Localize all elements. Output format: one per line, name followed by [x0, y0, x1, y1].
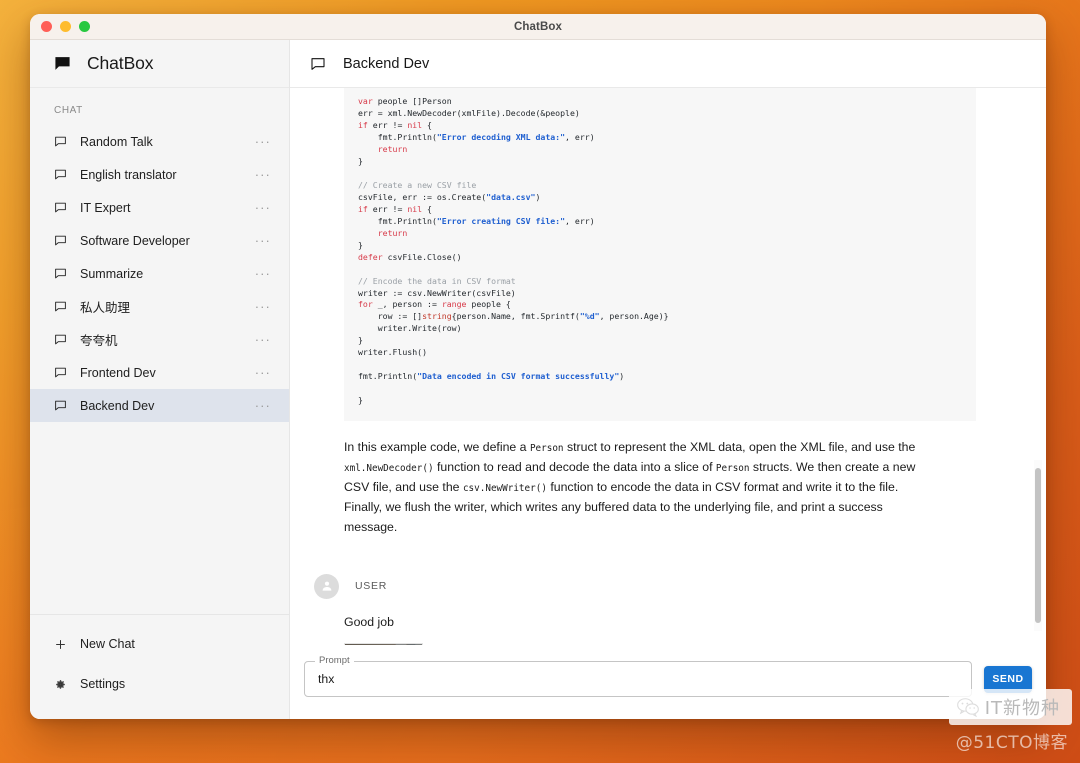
inline-code: Person	[716, 463, 750, 474]
sidebar-item-label: Backend Dev	[80, 399, 242, 413]
message-scroll-area[interactable]: var people []Person err = xml.NewDecoder…	[290, 88, 1046, 645]
sidebar-item-夸夸机[interactable]: 夸夸机 ···	[30, 323, 289, 356]
chat-item-more-icon[interactable]: ···	[255, 270, 271, 278]
sidebar-item-label: Frontend Dev	[80, 366, 242, 380]
chat-item-more-icon[interactable]: ···	[255, 303, 271, 311]
plus-icon	[54, 638, 67, 651]
sidebar-item-english-translator[interactable]: English translator ···	[30, 158, 289, 191]
sidebar-footer: New Chat Settings	[30, 614, 289, 719]
gear-icon	[54, 678, 67, 691]
sidebar-item-software-developer[interactable]: Software Developer ···	[30, 224, 289, 257]
sidebar-item-frontend-dev[interactable]: Frontend Dev ···	[30, 356, 289, 389]
window-title: ChatBox	[30, 21, 1046, 33]
app-name: ChatBox	[87, 53, 153, 74]
user-message: USER Good job	[344, 538, 976, 645]
settings-button[interactable]: Settings	[30, 669, 289, 699]
sidebar-header: ChatBox	[30, 40, 289, 88]
sidebar-item-label: Summarize	[80, 267, 242, 281]
chat-item-more-icon[interactable]: ···	[255, 369, 271, 377]
person-icon	[320, 579, 334, 593]
wechat-watermark: IT新物种	[949, 689, 1072, 725]
sidebar-item-label: Random Talk	[80, 135, 242, 149]
prompt-input[interactable]: thx	[318, 672, 334, 686]
sidebar-item-label: 私人助理	[80, 297, 242, 316]
sidebar-item-label: IT Expert	[80, 201, 242, 215]
chat-bubble-icon	[54, 201, 67, 214]
chat-list: Random Talk···English translator···IT Ex…	[30, 125, 289, 614]
chat-item-more-icon[interactable]: ···	[255, 204, 271, 212]
window-titlebar: ChatBox	[30, 14, 1046, 40]
chatbox-window: ChatBox ChatBox CHAT Random Talk···Engli…	[30, 14, 1046, 719]
sidebar-item-label: 夸夸机	[80, 330, 242, 349]
chat-bubble-icon	[54, 399, 67, 412]
chat-item-more-icon[interactable]: ···	[255, 336, 271, 344]
user-attached-image[interactable]	[344, 643, 423, 645]
inline-code: Person	[530, 443, 564, 454]
sidebar-item-label: English translator	[80, 168, 242, 182]
new-chat-button[interactable]: New Chat	[30, 629, 289, 659]
wechat-icon	[957, 697, 979, 717]
user-message-header: USER	[314, 574, 976, 599]
chat-bubble-icon	[54, 333, 67, 346]
chat-item-more-icon[interactable]: ···	[255, 402, 271, 410]
chat-bubble-icon	[54, 366, 67, 379]
user-role-label: USER	[355, 580, 387, 592]
prompt-bar: Prompt thx SEND	[290, 645, 1046, 719]
sidebar-item-it-expert[interactable]: IT Expert ···	[30, 191, 289, 224]
sidebar-section-label: CHAT	[30, 88, 289, 125]
user-message-text: Good job	[344, 599, 976, 629]
chat-item-more-icon[interactable]: ···	[255, 237, 271, 245]
inline-code: xml.NewDecoder()	[344, 463, 434, 474]
inline-code: csv.NewWriter()	[463, 483, 547, 494]
avatar	[314, 574, 339, 599]
chat-bubble-icon	[310, 56, 326, 72]
cto-watermark: @51CTO博客	[956, 728, 1068, 753]
chat-bubble-icon	[54, 300, 67, 313]
sidebar-item-random-talk[interactable]: Random Talk ···	[30, 125, 289, 158]
sidebar-item-summarize[interactable]: Summarize ···	[30, 257, 289, 290]
message-scrollbar-thumb[interactable]	[1035, 468, 1041, 623]
main-panel: Backend Dev var people []Person err = xm…	[290, 40, 1046, 719]
prompt-label: Prompt	[315, 655, 354, 666]
new-chat-label: New Chat	[80, 637, 135, 651]
sidebar: ChatBox CHAT Random Talk···English trans…	[30, 40, 290, 719]
conversation-header: Backend Dev	[290, 40, 1046, 88]
prompt-input-wrapper[interactable]: Prompt thx	[304, 661, 972, 697]
chat-bubble-icon	[54, 267, 67, 280]
sidebar-item-私人助理[interactable]: 私人助理 ···	[30, 290, 289, 323]
chat-item-more-icon[interactable]: ···	[255, 138, 271, 146]
assistant-explanation-paragraph: In this example code, we define a Person…	[344, 421, 924, 538]
settings-label: Settings	[80, 677, 125, 691]
chat-bubble-filled-icon	[54, 55, 71, 72]
chat-bubble-icon	[54, 234, 67, 247]
code-content: var people []Person err = xml.NewDecoder…	[344, 96, 976, 407]
chat-item-more-icon[interactable]: ···	[255, 171, 271, 179]
chat-bubble-icon	[54, 135, 67, 148]
sidebar-item-label: Software Developer	[80, 234, 242, 248]
code-block: var people []Person err = xml.NewDecoder…	[344, 88, 976, 421]
chat-bubble-icon	[54, 168, 67, 181]
wechat-watermark-text: IT新物种	[985, 694, 1060, 720]
sidebar-item-backend-dev[interactable]: Backend Dev ···	[30, 389, 289, 422]
conversation-title: Backend Dev	[343, 56, 429, 72]
